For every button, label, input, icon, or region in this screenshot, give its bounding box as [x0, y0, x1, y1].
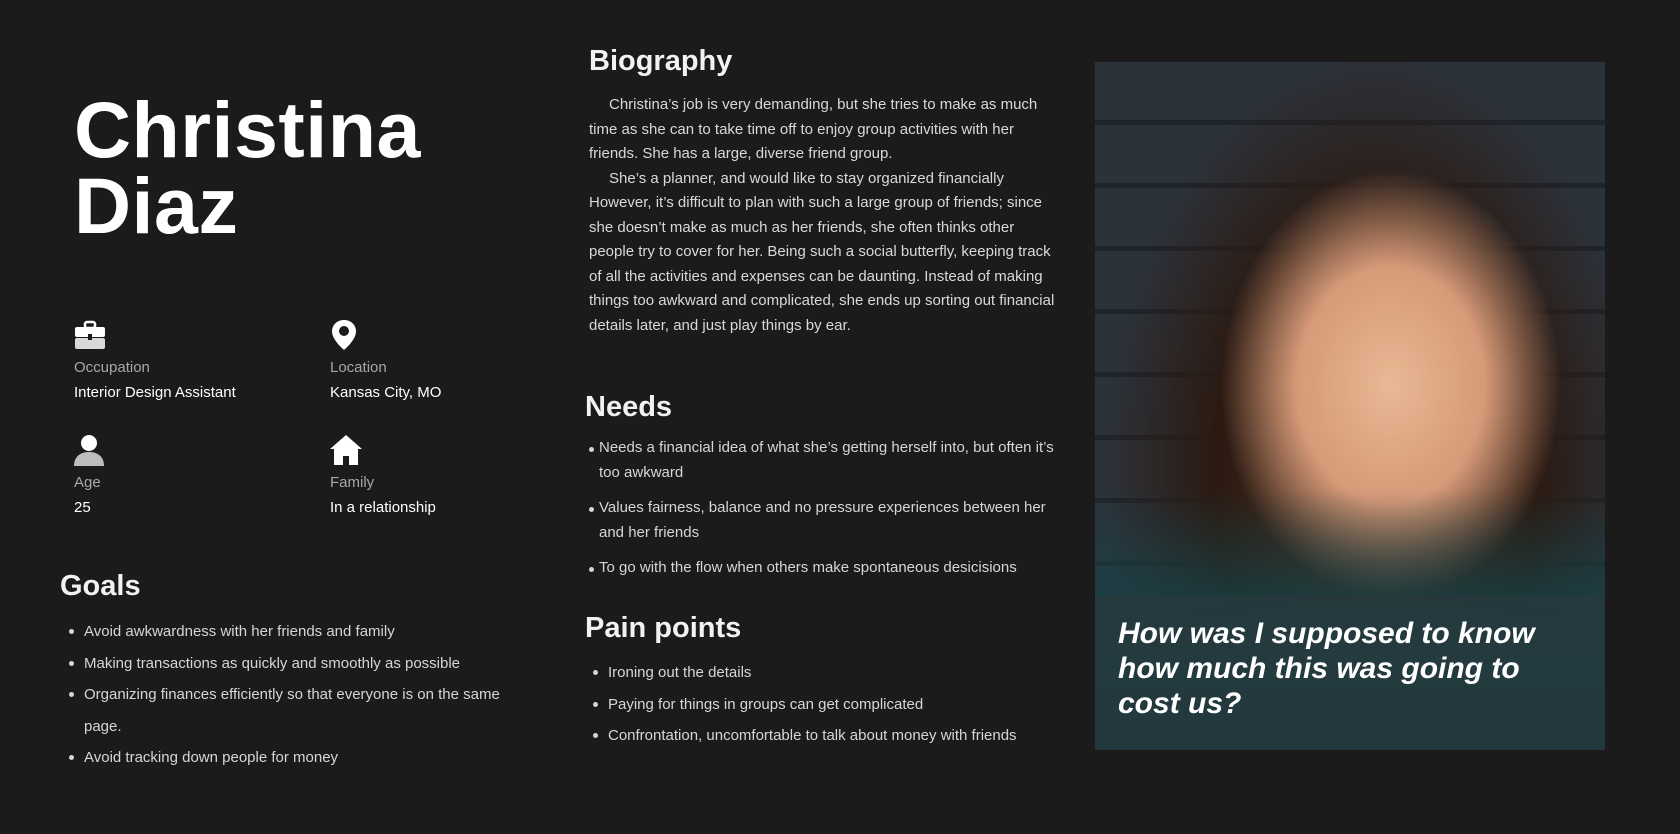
biography-paragraph: Christina’s job is very demanding, but s… [589, 96, 1038, 162]
biography-heading: Biography [589, 45, 733, 77]
goals-list: Avoid awkwardness with her friends and f… [60, 616, 500, 774]
map-pin-icon [330, 319, 362, 351]
age-value: 25 [74, 499, 91, 516]
persona-quote: How was I supposed to know how much this… [1118, 617, 1535, 720]
fact-age: Age 25 [74, 434, 314, 516]
location-label: Location [330, 359, 387, 376]
goals-heading: Goals [60, 570, 141, 602]
persona-last-name: Diaz [74, 161, 239, 250]
family-label: Family [330, 474, 375, 491]
occupation-value: Interior Design Assistant [74, 384, 236, 401]
occupation-label: Occupation [74, 359, 150, 376]
house-icon [330, 434, 362, 466]
persona-name: Christina Diaz [74, 85, 421, 250]
briefcase-icon [74, 319, 106, 351]
family-value: In a relationship [330, 499, 436, 516]
biography-paragraph: She’s a planner, and would like to stay … [589, 169, 1055, 334]
pain-points-heading: Pain points [585, 612, 742, 644]
biography-text: Christina’s job is very demanding, but s… [589, 93, 1059, 338]
persona-first-name: Christina [74, 85, 421, 174]
list-item: Avoid awkwardness with her friends and f… [60, 616, 500, 648]
fact-occupation: Occupation Interior Design Assistant [74, 319, 314, 401]
list-item: Making transactions as quickly and smoot… [60, 648, 500, 680]
list-item: Values fairness, balance and no pressure… [589, 496, 1069, 545]
location-value: Kansas City, MO [330, 384, 442, 401]
fact-location: Location Kansas City, MO [330, 319, 570, 401]
list-item: Ironing out the details [584, 657, 1024, 689]
age-label: Age [74, 474, 101, 491]
list-item: To go with the flow when others make spo… [589, 556, 1069, 581]
list-item: Organizing finances efficiently so that … [60, 679, 500, 742]
list-item: Paying for things in groups can get comp… [584, 689, 1024, 721]
fact-family: Family In a relationship [330, 434, 570, 516]
person-icon [74, 434, 106, 466]
pain-points-list: Ironing out the details Paying for thing… [584, 657, 1024, 752]
list-item: Avoid tracking down people for money [60, 742, 500, 774]
list-item: Needs a financial idea of what she’s get… [589, 436, 1069, 485]
needs-heading: Needs [585, 391, 673, 423]
list-item: Confrontation, uncomfortable to talk abo… [584, 720, 1024, 752]
needs-list: Needs a financial idea of what she’s get… [589, 436, 1069, 592]
